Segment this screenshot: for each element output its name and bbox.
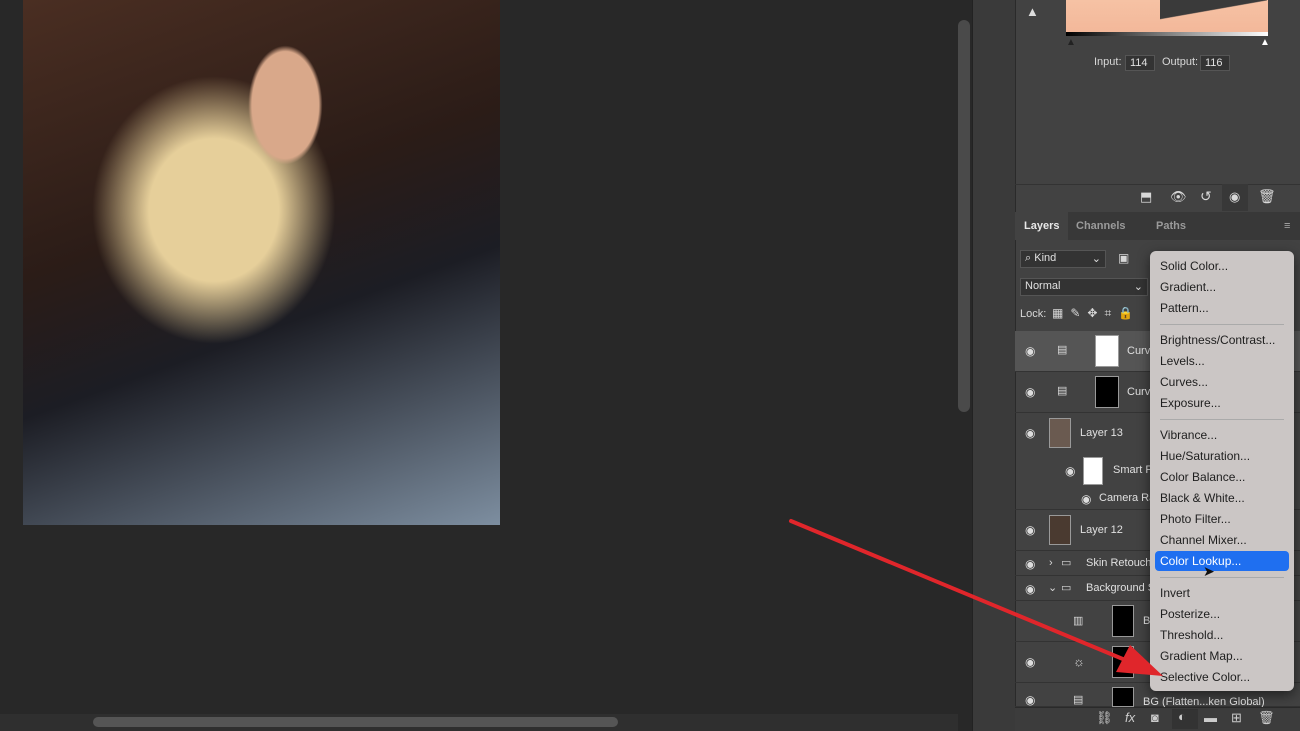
- red-arrow-annotation: [789, 519, 1163, 676]
- mouse-cursor-icon: ➤: [1203, 563, 1215, 579]
